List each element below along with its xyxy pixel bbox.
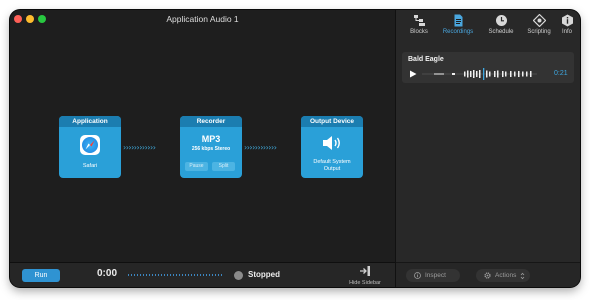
sidebar: Blocks Recordings Schedule Scripting Inf… xyxy=(395,10,580,287)
safari-icon xyxy=(80,135,100,155)
status-text: Stopped xyxy=(248,270,280,279)
inspect-button[interactable]: Inspect xyxy=(406,269,460,282)
clock-icon xyxy=(495,15,507,26)
speaker-icon xyxy=(323,136,340,150)
recording-duration: 0:21 xyxy=(554,70,568,77)
recordings-icon xyxy=(454,14,462,27)
app-window: Application Audio 1 Application Safari ›… xyxy=(10,10,580,287)
window-title: Application Audio 1 xyxy=(166,14,239,24)
application-node[interactable]: Application Safari xyxy=(59,116,121,178)
tab-scripting-label: Scripting xyxy=(527,29,551,35)
recorder-bitrate: 256 kbps Stereo xyxy=(191,146,231,152)
actions-label: Actions xyxy=(495,272,517,279)
blocks-icon xyxy=(413,15,425,26)
tab-info-label: Info xyxy=(561,29,572,35)
play-icon[interactable] xyxy=(409,70,417,78)
tab-recordings-label: Recordings xyxy=(442,29,474,35)
recorder-node[interactable]: Recorder MP3 256 kbps Stereo Pause Split xyxy=(180,116,242,178)
run-button[interactable]: Run xyxy=(22,269,60,282)
tab-blocks[interactable]: Blocks xyxy=(400,14,438,44)
hide-sidebar-icon xyxy=(360,266,370,276)
scripting-icon xyxy=(532,14,546,27)
recorder-node-header: Recorder xyxy=(180,116,242,127)
application-source-label: Safari xyxy=(82,163,98,169)
recording-item[interactable]: Bald Eagle 0:21 xyxy=(402,52,574,83)
output-device-label-line1: Default System xyxy=(313,159,351,165)
application-node-header: Application xyxy=(59,116,121,127)
title-bar: Application Audio 1 xyxy=(10,10,395,32)
sidebar-toolbar: Blocks Recordings Schedule Scripting Inf… xyxy=(396,10,580,45)
tab-schedule-label: Schedule xyxy=(488,29,514,35)
waveform[interactable] xyxy=(422,68,537,80)
main-area: Application Audio 1 Application Safari ›… xyxy=(10,10,395,287)
transport-bar: Run 0:00 Stopped Hide Sidebar xyxy=(10,262,395,287)
connector-arrows: ›››››››››››› xyxy=(244,143,277,152)
pause-button[interactable]: Pause xyxy=(185,162,208,171)
tab-recordings[interactable]: Recordings xyxy=(439,14,477,44)
output-device-node[interactable]: Output Device Default System Output xyxy=(301,116,363,178)
status-indicator-icon xyxy=(234,271,243,280)
tab-blocks-label: Blocks xyxy=(410,29,428,35)
gear-icon xyxy=(484,272,491,279)
output-device-label: Default System Output xyxy=(301,159,363,173)
connector-arrows: ›››››››››››› xyxy=(123,143,156,152)
elapsed-time: 0:00 xyxy=(97,268,118,279)
recorder-format: MP3 xyxy=(201,134,221,144)
hide-sidebar-button[interactable]: Hide Sidebar xyxy=(340,265,390,287)
output-device-label-line2: Output xyxy=(323,166,341,172)
level-meter xyxy=(128,274,224,276)
recording-name: Bald Eagle xyxy=(408,56,444,63)
tab-schedule[interactable]: Schedule xyxy=(482,14,520,44)
sidebar-footer: Inspect Actions xyxy=(396,262,580,287)
split-button[interactable]: Split xyxy=(212,162,235,171)
actions-menu-button[interactable]: Actions xyxy=(476,269,530,282)
inspect-label: Inspect xyxy=(425,272,446,279)
tab-scripting[interactable]: Scripting xyxy=(520,14,558,44)
info-circle-icon xyxy=(414,272,421,279)
tab-info[interactable]: Info xyxy=(554,14,580,44)
chevron-updown-icon xyxy=(520,272,525,279)
info-icon xyxy=(561,14,573,27)
hide-sidebar-label: Hide Sidebar xyxy=(349,280,381,286)
block-canvas: Application Safari ›››››››››››› Recorder… xyxy=(10,32,395,262)
output-device-node-header: Output Device xyxy=(301,116,363,127)
